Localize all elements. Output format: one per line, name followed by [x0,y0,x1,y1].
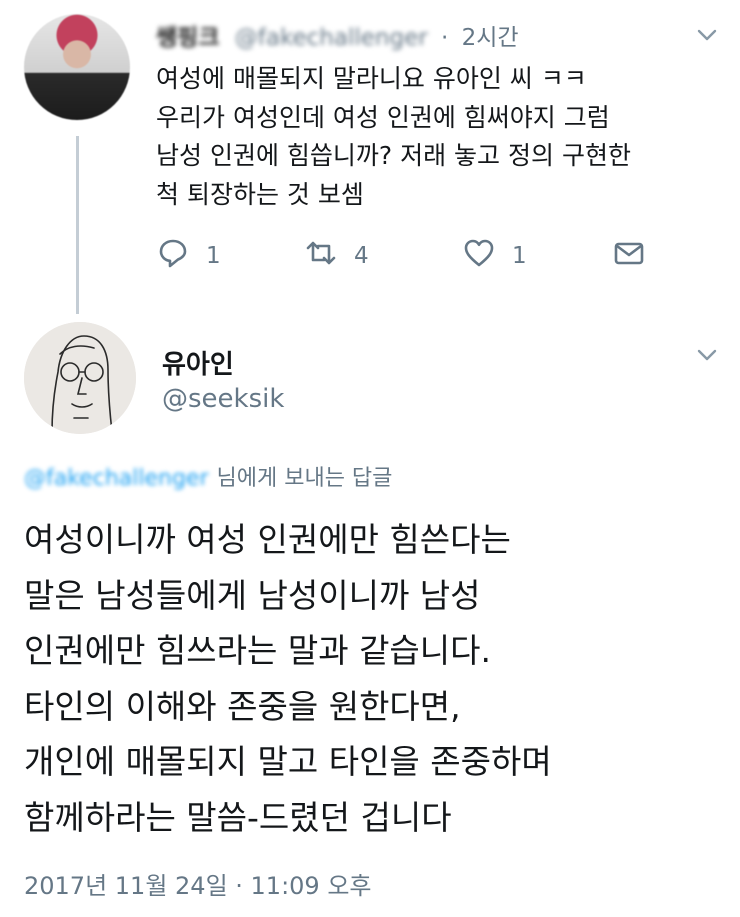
reply-icon [156,236,190,276]
reply-button[interactable]: 1 [156,236,221,276]
tweet-text-line: 남성 인권에 힘씁니까? 저래 놓고 정의 구현한 [156,141,631,170]
chevron-down-icon[interactable] [696,24,718,46]
tweet-timestamp[interactable]: 2017년 11월 24일 · 11:09 오후 [24,866,372,901]
like-count: 1 [512,243,527,269]
tweet-text-line: 여성에 매몰되지 말라니요 유아인 씨 ㅋㅋ [156,64,587,93]
author-handle[interactable]: @fakechallenger [235,25,428,51]
separator-dot: · [440,25,449,51]
reply-count: 1 [206,243,221,269]
tweet-text-line: 타인의 이해와 존중을 원한다면, [24,686,461,726]
tweet-header: 쌩핑크 @fakechallenger · 2시간 [156,18,519,52]
message-button[interactable] [612,236,646,276]
tweet-text-line: 개인에 매몰되지 말고 타인을 존중하며 [24,742,552,782]
tweet-text: 여성이니까 여성 인권에만 힘쓴다는 말은 남성들에게 남성이니까 남성 인권에… [24,512,724,846]
tweet-text-line: 여성이니까 여성 인권에만 힘쓴다는 [24,520,511,559]
author-name[interactable]: 유아인 [162,344,234,381]
parent-tweet[interactable]: 쌩핑크 @fakechallenger · 2시간 여성에 매몰되지 말라니요 … [0,0,740,300]
tweet-text-line: 인권에만 힘쓰라는 말과 같습니다. [24,631,491,671]
tweet-text-line: 우리가 여성인데 여성 인권에 힘써야지 그럼 [156,102,610,132]
like-icon [462,236,496,276]
tweet-time[interactable]: 2시간 [462,25,519,51]
author-name[interactable]: 쌩핑크 [156,25,219,51]
retweet-button[interactable]: 4 [304,236,369,276]
author-handle[interactable]: @seeksik [162,384,284,414]
retweet-count: 4 [354,243,369,269]
tweet-actions: 1 4 1 [156,236,656,276]
tweet-text-line: 말은 남성들에게 남성이니까 남성 [24,575,481,615]
avatar[interactable] [24,322,136,434]
tweet-text-line: 함께하라는 말씀-드렸던 겁니다 [24,797,452,837]
retweet-icon [304,236,338,276]
reply-mention-link[interactable]: @fakechallenger [24,466,209,491]
avatar[interactable] [24,14,130,120]
reply-context-label: 님에게 보내는 답글 [216,466,393,491]
tweet-text: 여성에 매몰되지 말라니요 유아인 씨 ㅋㅋ 우리가 여성인데 여성 인권에 힘… [156,60,706,214]
chevron-down-icon[interactable] [696,344,718,366]
tweet-text-line: 척 퇴장하는 것 보셈 [156,179,364,209]
like-button[interactable]: 1 [462,236,527,276]
message-icon [612,236,646,276]
reply-context: @fakechallenger 님에게 보내는 답글 [24,460,392,492]
